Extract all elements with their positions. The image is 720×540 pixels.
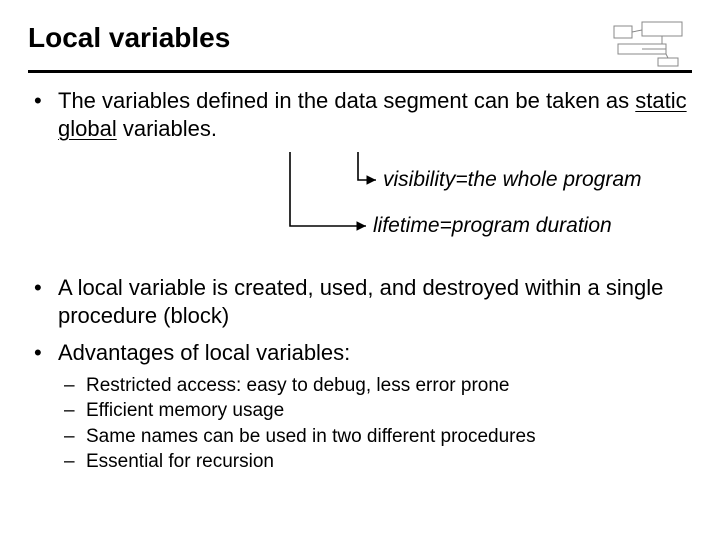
bullet3-text: Advantages of local variables: [58, 340, 350, 365]
bullet-list: The variables defined in the data segmen… [28, 87, 692, 142]
sub-list: Restricted access: easy to debug, less e… [58, 373, 692, 476]
sub-item-a: Restricted access: easy to debug, less e… [58, 373, 692, 399]
bullet-item-3: Advantages of local variables: Restricte… [28, 339, 692, 475]
bullet1-global: global [58, 116, 117, 141]
bullet-list-2: A local variable is created, used, and d… [28, 274, 692, 475]
title-rule [28, 70, 692, 73]
sub-item-d: Essential for recursion [58, 449, 692, 475]
sub-item-b: Efficient memory usage [58, 398, 692, 424]
callout-block: visibility=the whole program lifetime=pr… [28, 162, 692, 254]
bullet1-post: variables. [117, 116, 217, 141]
bullet-item-2: A local variable is created, used, and d… [28, 274, 692, 329]
bullet-item-1: The variables defined in the data segmen… [28, 87, 692, 142]
sub-item-c: Same names can be used in two different … [58, 424, 692, 450]
callout-visibility: visibility=the whole program [383, 168, 642, 192]
slide: Local variables The variables defined in… [0, 0, 720, 540]
slide-header: Local variables [28, 20, 692, 70]
bullet1-pre: The variables defined in the data segmen… [58, 88, 635, 113]
bullet1-static: static [635, 88, 686, 113]
slide-title: Local variables [28, 22, 230, 54]
callout-lifetime: lifetime=program duration [373, 214, 612, 238]
computer-diagram-icon [612, 20, 692, 70]
